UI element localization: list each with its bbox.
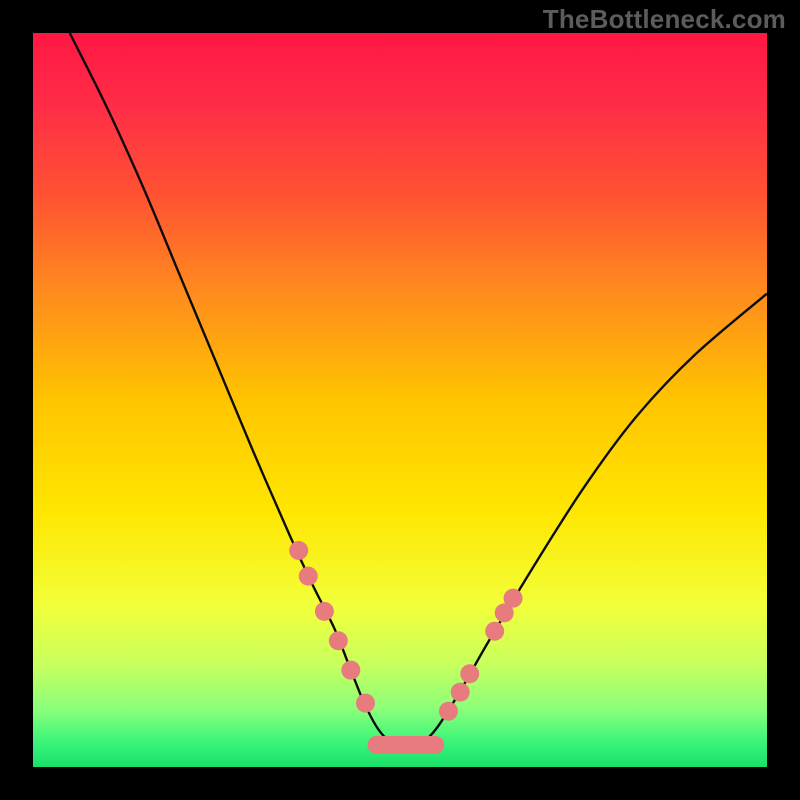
chart-stage: TheBottleneck.com (0, 0, 800, 800)
highlight-dot (451, 683, 470, 702)
watermark-text: TheBottleneck.com (543, 4, 786, 35)
bottleneck-chart (0, 0, 800, 800)
highlight-dot (439, 702, 458, 721)
highlight-dot (329, 631, 348, 650)
highlight-dot (485, 622, 504, 641)
highlight-dot (356, 694, 375, 713)
highlight-dot (341, 661, 360, 680)
highlight-dot (460, 664, 479, 683)
plot-background (33, 33, 767, 767)
highlight-dot (289, 541, 308, 560)
highlight-dot (299, 567, 318, 586)
highlight-dot (504, 589, 523, 608)
highlight-dot (315, 602, 334, 621)
